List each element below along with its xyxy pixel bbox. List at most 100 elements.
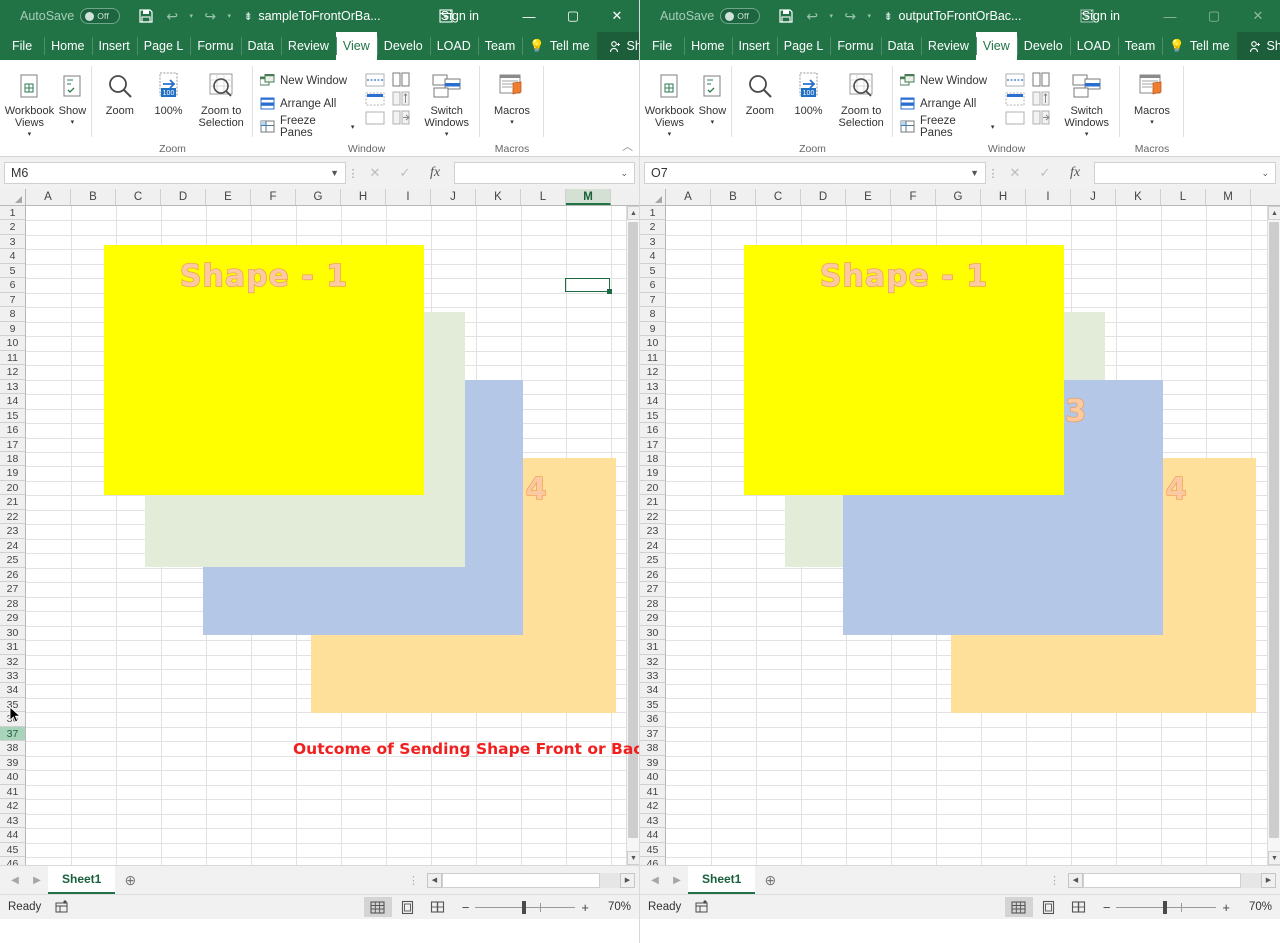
scrollbar-thumb[interactable] — [1269, 222, 1279, 838]
row-header-21[interactable]: 21 — [640, 495, 665, 509]
horizontal-scrollbar[interactable]: ⋮ ◀ ▶ — [1049, 873, 1276, 888]
autosave-control[interactable]: AutoSave Off — [660, 8, 760, 24]
collapse-ribbon-icon[interactable]: ︿ — [622, 138, 633, 154]
column-header-K[interactable]: K — [476, 189, 521, 205]
synchronous-scrolling-icon[interactable] — [1031, 91, 1051, 107]
autosave-control[interactable]: AutoSave Off — [20, 8, 120, 24]
zoom-100-button[interactable]: 100 100% — [146, 66, 192, 117]
column-header-H[interactable]: H — [981, 189, 1026, 205]
freeze-panes-button[interactable]: Freeze Panes ▾ — [897, 116, 997, 137]
minimize-icon[interactable]: — — [1148, 0, 1192, 32]
row-header-27[interactable]: 27 — [0, 582, 25, 596]
scroll-right-icon[interactable]: ▶ — [620, 873, 635, 888]
tab-tell-me[interactable]: 💡 Tell me — [522, 32, 596, 60]
blank-window-icon[interactable] — [365, 110, 385, 126]
split-icon[interactable] — [365, 72, 385, 88]
redo-icon[interactable]: ↪ — [838, 4, 862, 28]
customize-qat-icon[interactable]: ⇟ — [876, 4, 900, 28]
row-header-25[interactable]: 25 — [0, 553, 25, 567]
tab-page-layout[interactable]: Page L — [137, 32, 191, 60]
new-window-button[interactable]: New Window — [257, 70, 357, 91]
row-header-12[interactable]: 12 — [640, 365, 665, 379]
row-header-14[interactable]: 14 — [0, 394, 25, 408]
select-all-corner[interactable] — [640, 189, 666, 205]
tab-view[interactable]: View — [976, 32, 1017, 60]
formula-input[interactable]: ⌄ — [454, 162, 635, 184]
row-header-5[interactable]: 5 — [640, 264, 665, 278]
redo-dropdown-icon[interactable]: ▾ — [224, 4, 234, 28]
row-header-4[interactable]: 4 — [0, 249, 25, 263]
hscroll-track[interactable] — [1083, 873, 1261, 888]
column-header-F[interactable]: F — [251, 189, 296, 205]
tab-home[interactable]: Home — [684, 32, 731, 60]
column-header-D[interactable]: D — [161, 189, 206, 205]
row-header-42[interactable]: 42 — [0, 799, 25, 813]
row-header-17[interactable]: 17 — [0, 438, 25, 452]
horizontal-scrollbar[interactable]: ⋮ ◀ ▶ — [408, 873, 635, 888]
row-header-16[interactable]: 16 — [0, 423, 25, 437]
column-header-G[interactable]: G — [936, 189, 981, 205]
column-header-L[interactable]: L — [1161, 189, 1206, 205]
row-header-14[interactable]: 14 — [640, 394, 665, 408]
column-header-A[interactable]: A — [666, 189, 711, 205]
page-layout-view-icon[interactable] — [1035, 897, 1063, 917]
close-icon[interactable]: ✕ — [595, 0, 639, 32]
scroll-up-icon[interactable]: ▲ — [1268, 206, 1280, 220]
normal-view-icon[interactable] — [364, 897, 392, 917]
tab-load-test[interactable]: LOAD — [1070, 32, 1118, 60]
macros-button[interactable]: Macros ▾ — [1124, 66, 1180, 129]
hscroll-thumb[interactable] — [442, 873, 600, 888]
row-header-34[interactable]: 34 — [0, 683, 25, 697]
view-side-by-side-icon[interactable] — [391, 72, 411, 88]
view-side-by-side-icon[interactable] — [1031, 72, 1051, 88]
zoom-button[interactable]: Zoom — [736, 66, 784, 117]
tab-developer[interactable]: Develo — [377, 32, 430, 60]
scroll-right-icon[interactable]: ▶ — [1261, 873, 1276, 888]
row-header-46[interactable]: 46 — [0, 857, 25, 865]
column-header-F[interactable]: F — [891, 189, 936, 205]
grid-cells[interactable]: Shape - 1 Shape - 2 Shape - 3 Shape - 4 — [26, 206, 639, 865]
redo-icon[interactable]: ↪ — [198, 4, 222, 28]
zoom-to-selection-button[interactable]: Zoom to Selection — [193, 66, 249, 129]
row-header-32[interactable]: 32 — [0, 655, 25, 669]
row-header-20[interactable]: 20 — [640, 481, 665, 495]
save-icon[interactable] — [134, 4, 158, 28]
tab-formulas[interactable]: Formu — [830, 32, 880, 60]
tab-insert[interactable]: Insert — [92, 32, 137, 60]
zoom-slider[interactable] — [1116, 907, 1216, 908]
scroll-down-icon[interactable]: ▼ — [627, 851, 639, 865]
expand-formula-bar-icon[interactable]: ⌄ — [620, 168, 628, 179]
autosave-toggle[interactable]: Off — [80, 8, 120, 24]
prev-sheet-icon[interactable]: ◀ — [4, 875, 26, 886]
freeze-panes-button[interactable]: Freeze Panes ▾ — [257, 116, 357, 137]
row-header-35[interactable]: 35 — [640, 698, 665, 712]
hide-window-icon[interactable] — [365, 91, 385, 107]
tab-view[interactable]: View — [336, 32, 377, 60]
row-header-22[interactable]: 22 — [0, 510, 25, 524]
tab-data[interactable]: Data — [881, 32, 921, 60]
row-header-13[interactable]: 13 — [640, 380, 665, 394]
synchronous-scrolling-icon[interactable] — [391, 91, 411, 107]
insert-function-icon[interactable]: fx — [1060, 162, 1090, 184]
chevron-down-icon[interactable]: ▼ — [330, 168, 339, 178]
row-header-31[interactable]: 31 — [0, 640, 25, 654]
row-header-4[interactable]: 4 — [640, 249, 665, 263]
customize-qat-icon[interactable]: ⇟ — [236, 4, 260, 28]
arrange-all-button[interactable]: Arrange All — [897, 93, 997, 114]
scroll-left-icon[interactable]: ◀ — [427, 873, 442, 888]
page-break-view-icon[interactable] — [424, 897, 452, 917]
show-button[interactable]: Show ▾ — [697, 66, 728, 129]
tab-review[interactable]: Review — [921, 32, 976, 60]
row-header-37[interactable]: 37 — [0, 727, 25, 741]
row-header-32[interactable]: 32 — [640, 655, 665, 669]
hide-window-icon[interactable] — [1005, 91, 1025, 107]
redo-dropdown-icon[interactable]: ▾ — [864, 4, 874, 28]
row-header-9[interactable]: 9 — [0, 322, 25, 336]
row-header-44[interactable]: 44 — [640, 828, 665, 842]
row-header-29[interactable]: 29 — [640, 611, 665, 625]
undo-icon[interactable]: ↩ — [800, 4, 824, 28]
row-header-6[interactable]: 6 — [0, 278, 25, 292]
row-header-10[interactable]: 10 — [640, 336, 665, 350]
name-box[interactable]: O7 ▼ — [644, 162, 986, 184]
undo-dropdown-icon[interactable]: ▾ — [186, 4, 196, 28]
